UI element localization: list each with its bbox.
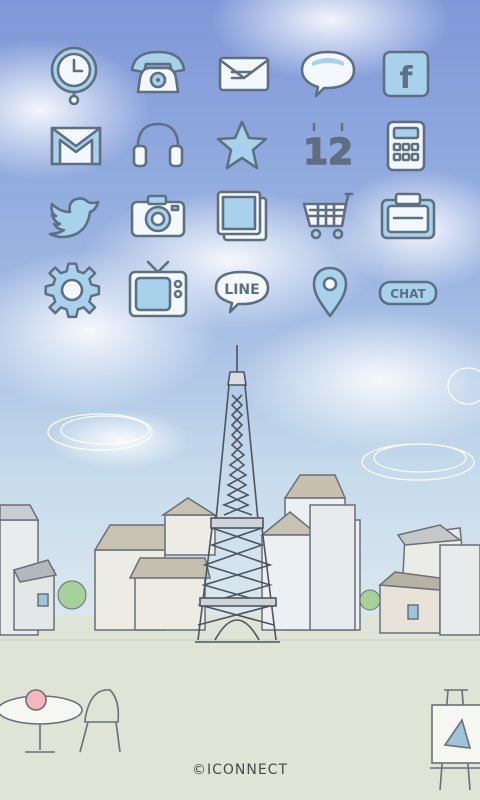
facebook-label: f xyxy=(399,61,413,96)
tv-icon[interactable] xyxy=(126,258,190,322)
headphones-icon[interactable] xyxy=(126,114,190,178)
star-icon[interactable] xyxy=(210,114,274,178)
wallet-icon[interactable] xyxy=(376,184,440,248)
phone-icon[interactable] xyxy=(126,42,190,106)
gallery-icon[interactable] xyxy=(210,184,274,248)
chat-bubble-icon[interactable] xyxy=(296,42,360,106)
chat-label: CHAT xyxy=(390,287,426,301)
camera-icon[interactable] xyxy=(126,184,190,248)
calculator-icon[interactable] xyxy=(374,114,438,178)
gmail-icon[interactable] xyxy=(44,114,108,178)
calendar-label: 12 xyxy=(303,132,353,173)
brand-watermark: ©ICONNECT xyxy=(191,762,289,778)
chat-app-icon[interactable]: CHAT xyxy=(376,258,440,322)
shopping-cart-icon[interactable] xyxy=(296,184,360,248)
clock-icon[interactable] xyxy=(42,42,106,106)
line-icon[interactable]: LINE xyxy=(210,258,274,322)
twitter-icon[interactable] xyxy=(42,184,106,248)
settings-gear-icon[interactable] xyxy=(40,258,104,322)
map-pin-icon[interactable] xyxy=(298,258,362,322)
message-icon[interactable] xyxy=(212,42,276,106)
calendar-icon[interactable]: 12 xyxy=(296,114,360,178)
facebook-icon[interactable]: f xyxy=(374,42,438,106)
line-label: LINE xyxy=(224,282,259,298)
